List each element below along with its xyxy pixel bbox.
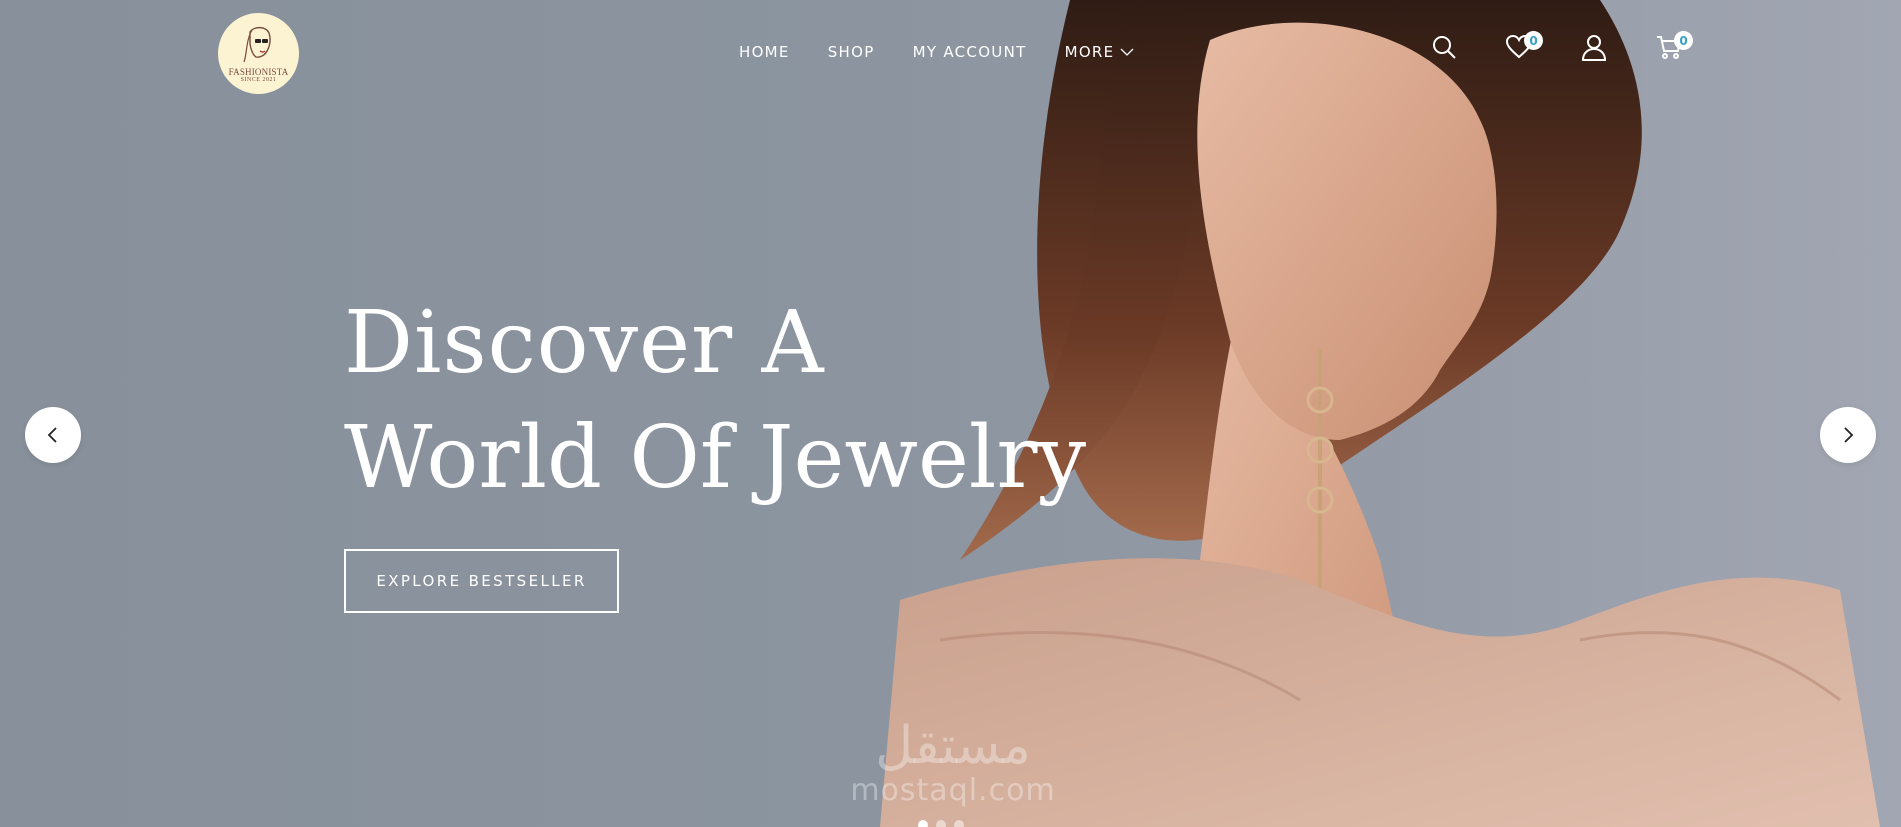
nav-my-account[interactable]: MY ACCOUNT	[913, 43, 1027, 61]
account-button[interactable]	[1580, 33, 1610, 63]
wishlist-button[interactable]: 0	[1505, 31, 1543, 63]
hero-headline: Discover A World Of Jewelry	[344, 288, 1086, 518]
hero-slider: FASHIONISTA SINCE 2021 HOME SHOP MY ACCO…	[0, 0, 1901, 827]
chevron-left-icon	[47, 427, 57, 443]
chevron-down-icon	[1120, 48, 1134, 56]
slider-prev-button[interactable]	[25, 407, 81, 463]
slider-next-button[interactable]	[1820, 407, 1876, 463]
cart-count-badge: 0	[1674, 31, 1693, 50]
logo-since-text: SINCE 2021	[240, 77, 277, 83]
nav-more[interactable]: MORE	[1065, 43, 1135, 61]
hero-headline-line1: Discover A	[344, 293, 825, 393]
chevron-right-icon	[1844, 427, 1854, 443]
watermark-latin: mostaql.com	[850, 773, 1056, 808]
nav-shop[interactable]: SHOP	[828, 43, 875, 61]
nav-more-label: MORE	[1064, 43, 1115, 61]
slider-dot-3[interactable]	[954, 820, 964, 827]
search-button[interactable]	[1430, 33, 1460, 63]
hero-headline-line2: World Of Jewelry	[344, 408, 1087, 508]
nav-home[interactable]: HOME	[739, 43, 790, 61]
cart-button[interactable]: 0	[1655, 31, 1693, 63]
logo-portrait-icon	[242, 26, 271, 63]
search-icon	[1433, 36, 1456, 59]
slider-dot-2[interactable]	[936, 820, 946, 827]
site-logo[interactable]: FASHIONISTA SINCE 2021	[218, 13, 299, 94]
main-nav: HOME SHOP MY ACCOUNT MORE	[739, 43, 1134, 61]
watermark-arabic: مستقل	[875, 716, 1031, 776]
slider-dot-1[interactable]	[918, 820, 928, 827]
logo-brand-text: FASHIONISTA	[228, 67, 289, 77]
slider-dots	[918, 820, 964, 827]
user-icon	[1581, 35, 1607, 61]
wishlist-count-badge: 0	[1524, 31, 1543, 50]
explore-bestseller-button[interactable]: EXPLORE BESTSELLER	[344, 549, 619, 613]
header-tools: 0 0	[1430, 31, 1700, 73]
watermark: مستقل mostaql.com	[838, 718, 1068, 808]
